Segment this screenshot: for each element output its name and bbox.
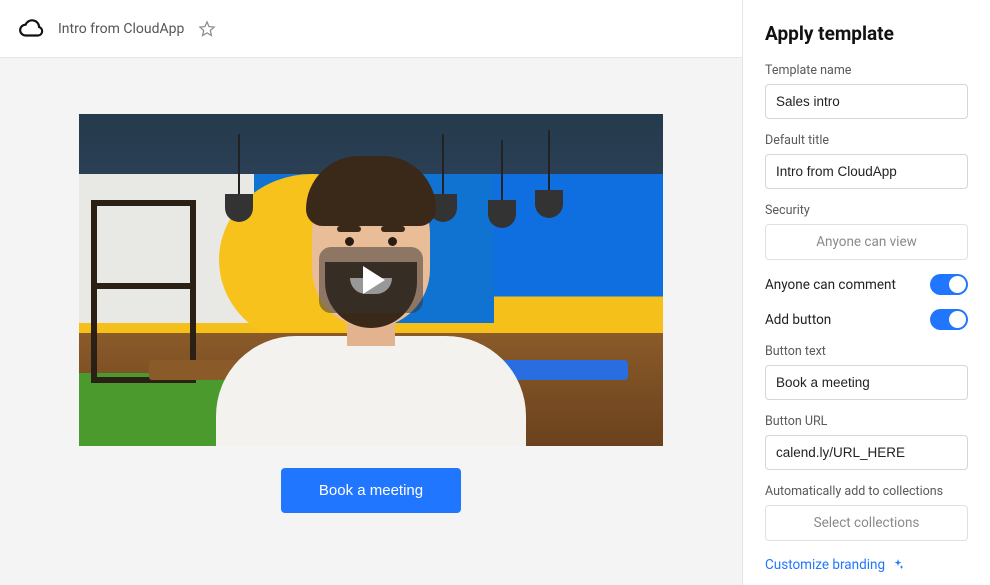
button-url-label: Button URL bbox=[765, 414, 968, 429]
preview-canvas: Book a meeting bbox=[0, 58, 742, 585]
cta-button[interactable]: Book a meeting bbox=[281, 468, 461, 513]
sidebar-heading: Apply template bbox=[765, 22, 968, 45]
default-title-label: Default title bbox=[765, 133, 968, 148]
collections-field: Automatically add to collections Select … bbox=[765, 484, 968, 541]
template-name-field: Template name bbox=[765, 63, 968, 119]
page-title: Intro from CloudApp bbox=[58, 21, 184, 37]
collections-select[interactable]: Select collections bbox=[765, 505, 968, 541]
security-select[interactable]: Anyone can view bbox=[765, 224, 968, 260]
customize-branding-link[interactable]: Customize branding bbox=[765, 557, 968, 573]
button-text-input[interactable] bbox=[765, 365, 968, 400]
add-button-toggle-row: Add button bbox=[765, 309, 968, 330]
add-button-toggle-label: Add button bbox=[765, 312, 831, 328]
sparkle-icon bbox=[891, 558, 905, 572]
favorite-star-icon[interactable] bbox=[198, 20, 216, 38]
button-text-label: Button text bbox=[765, 344, 968, 359]
settings-sidebar: Apply template Template name Default tit… bbox=[742, 0, 990, 585]
default-title-field: Default title bbox=[765, 133, 968, 189]
collections-label: Automatically add to collections bbox=[765, 484, 968, 499]
play-button[interactable] bbox=[319, 247, 423, 313]
comment-toggle-label: Anyone can comment bbox=[765, 277, 896, 293]
button-text-field: Button text bbox=[765, 344, 968, 400]
app-logo bbox=[18, 16, 44, 42]
header-bar: Intro from CloudApp bbox=[0, 0, 742, 58]
main-area: Intro from CloudApp bbox=[0, 0, 742, 585]
customize-branding-label: Customize branding bbox=[765, 557, 885, 573]
presenter-figure bbox=[216, 186, 526, 446]
button-url-input[interactable] bbox=[765, 435, 968, 470]
template-name-label: Template name bbox=[765, 63, 968, 78]
template-name-input[interactable] bbox=[765, 84, 968, 119]
video-thumbnail[interactable] bbox=[79, 114, 663, 446]
security-field: Security Anyone can view bbox=[765, 203, 968, 260]
play-icon bbox=[363, 266, 385, 294]
comment-toggle[interactable] bbox=[930, 274, 968, 295]
security-label: Security bbox=[765, 203, 968, 218]
button-url-field: Button URL bbox=[765, 414, 968, 470]
comment-toggle-row: Anyone can comment bbox=[765, 274, 968, 295]
cloud-icon bbox=[18, 16, 44, 42]
default-title-input[interactable] bbox=[765, 154, 968, 189]
add-button-toggle[interactable] bbox=[930, 309, 968, 330]
